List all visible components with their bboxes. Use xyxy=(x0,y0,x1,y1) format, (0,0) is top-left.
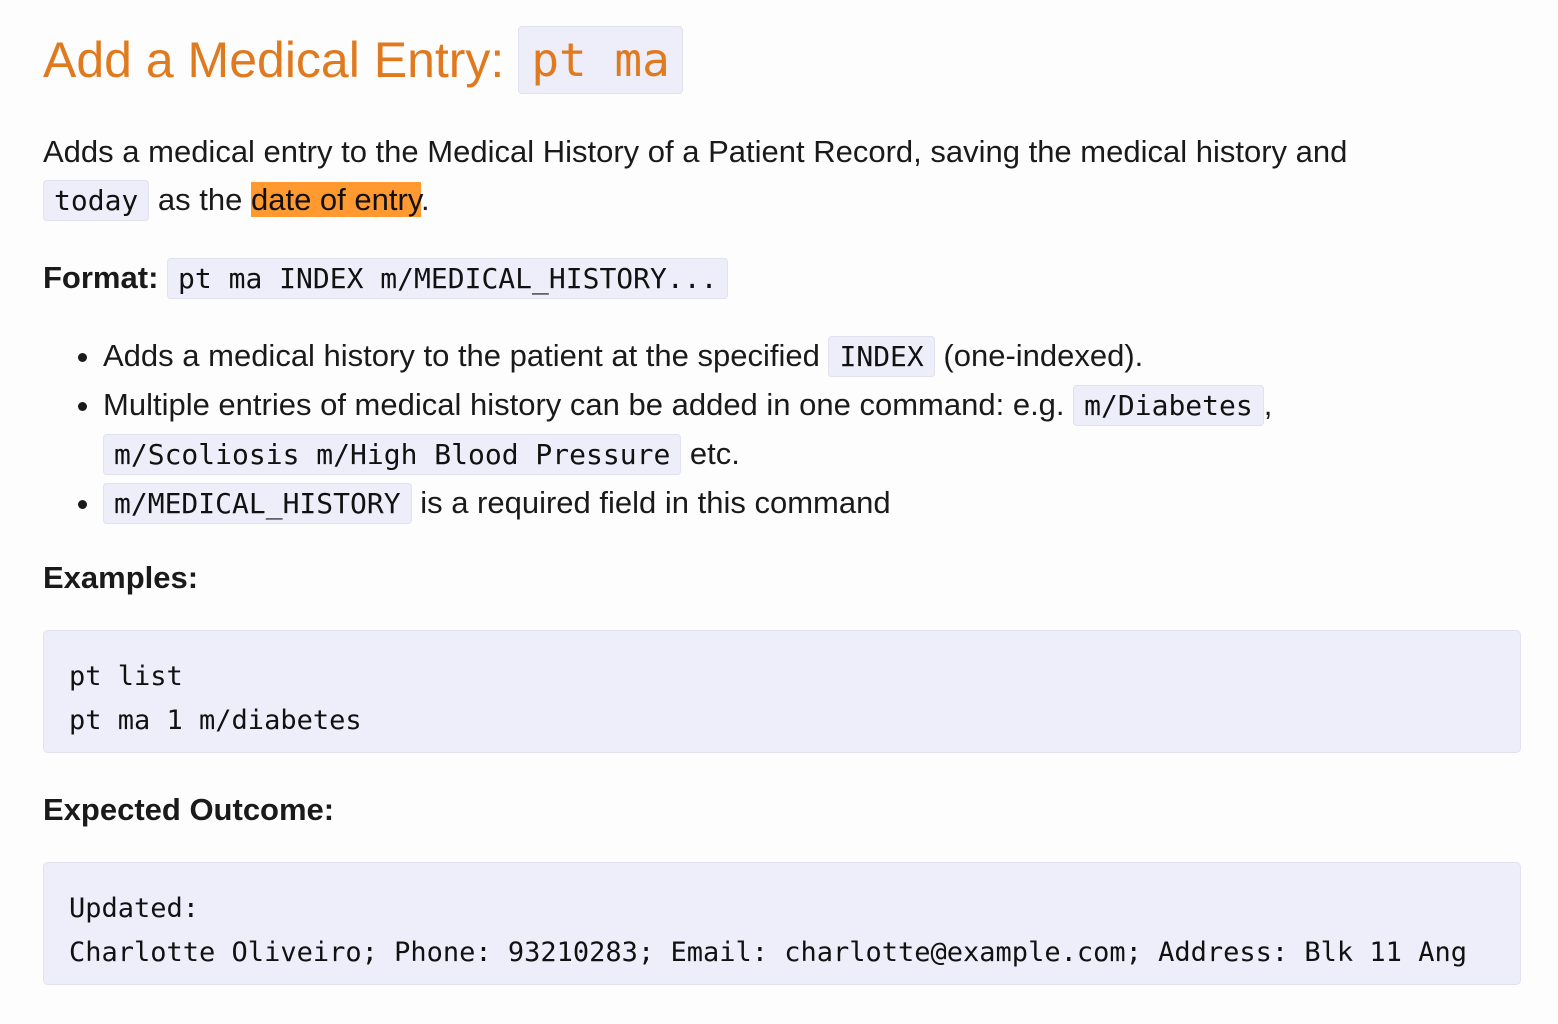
bullet-1-code: INDEX xyxy=(828,336,935,377)
bullet-2-text: Multiple entries of medical history can … xyxy=(103,387,1074,422)
bullet-1-tail: (one-indexed). xyxy=(934,338,1144,373)
intro-highlight: date of entry xyxy=(250,182,422,217)
intro-code-today: today xyxy=(43,180,150,221)
page-title-text: Add a Medical Entry: xyxy=(43,32,505,88)
intro-text-1: Adds a medical entry to the Medical Hist… xyxy=(43,134,1348,169)
page-title: Add a Medical Entry: pt ma xyxy=(43,26,683,94)
examples-code-block: pt list pt ma 1 m/diabetes xyxy=(43,630,1521,753)
bullet-2-tail: etc. xyxy=(681,436,740,471)
bullet-2-code-1: m/Diabetes xyxy=(1073,385,1264,426)
outcome-label: Expected Outcome: xyxy=(43,792,335,827)
intro-text-2: as the xyxy=(149,182,251,217)
doc-page: Add a Medical Entry: pt ma Adds a medica… xyxy=(0,0,1558,1024)
bullet-2-sep: , xyxy=(1263,387,1273,422)
list-item: m/MEDICAL_HISTORY is a required field in… xyxy=(103,479,1503,528)
intro-paragraph: Adds a medical entry to the Medical Hist… xyxy=(43,128,1503,225)
intro-text-3: . xyxy=(421,182,430,217)
bullet-2-code-2: m/Scoliosis m/High Blood Pressure xyxy=(103,434,682,475)
examples-label: Examples: xyxy=(43,560,199,595)
page-title-command: pt ma xyxy=(518,26,683,94)
format-label: Format: xyxy=(43,260,159,295)
outcome-code-block[interactable]: Updated: Charlotte Oliveiro; Phone: 9321… xyxy=(43,862,1521,985)
format-code: pt ma INDEX m/MEDICAL_HISTORY... xyxy=(167,258,729,299)
bullet-1-text: Adds a medical history to the patient at… xyxy=(103,338,829,373)
bullet-3-tail: is a required field in this command xyxy=(411,485,891,520)
bullet-3-code: m/MEDICAL_HISTORY xyxy=(103,483,412,524)
list-item: Adds a medical history to the patient at… xyxy=(103,332,1503,381)
notes-list: Adds a medical history to the patient at… xyxy=(43,332,1503,528)
format-line: Format: pt ma INDEX m/MEDICAL_HISTORY... xyxy=(43,254,1503,303)
list-item: Multiple entries of medical history can … xyxy=(103,381,1503,479)
